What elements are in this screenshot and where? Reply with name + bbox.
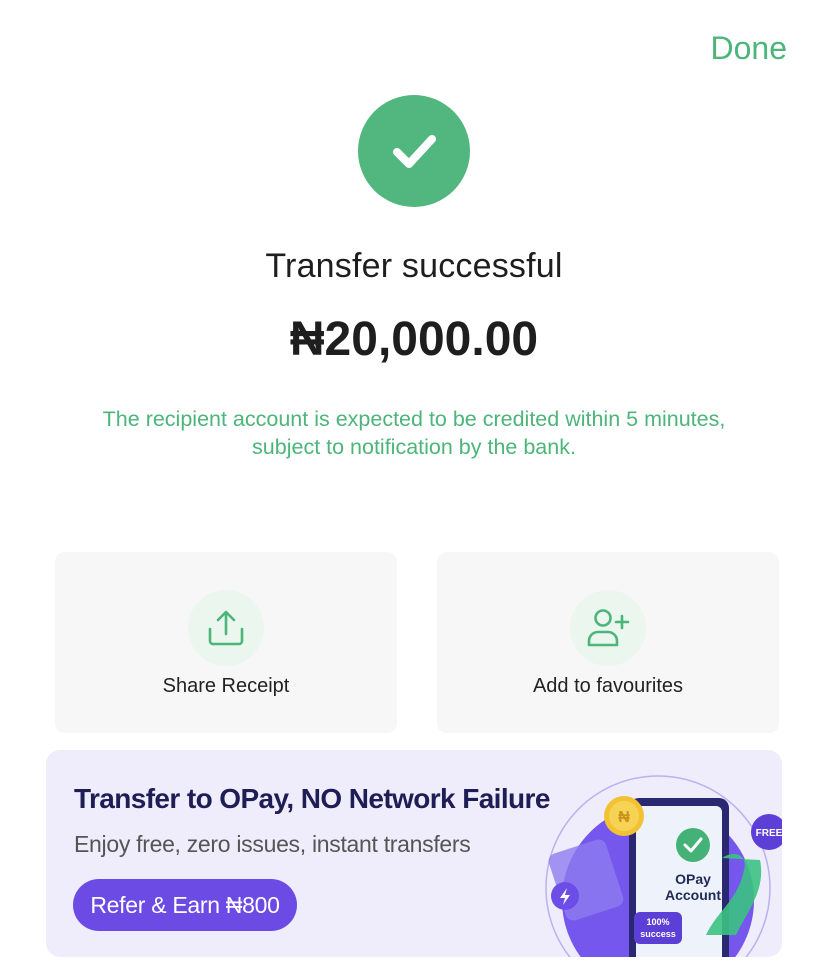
transfer-amount: ₦20,000.00 (289, 313, 539, 366)
share-receipt-label: Share Receipt (162, 675, 290, 697)
share-receipt-button[interactable]: Share Receipt (55, 552, 397, 733)
banner-title: Transfer to OPay, NO Network Failure (74, 783, 550, 814)
add-to-favourites-button[interactable]: Add to favourites (437, 552, 779, 733)
status-title: Transfer successful (265, 247, 563, 285)
success-badge-word: success (640, 929, 676, 939)
done-button[interactable]: Done (711, 30, 788, 67)
banner-subtitle: Enjoy free, zero issues, instant transfe… (74, 831, 471, 857)
success-badge-pct: 100% (646, 917, 669, 927)
add-user-icon (570, 590, 646, 666)
phone-account-text: Account (665, 887, 721, 903)
coin-symbol: ₦ (618, 809, 630, 826)
banner-illustration: OPay Account 100% success FREE ₦ (545, 775, 782, 957)
credit-notice-line-1: The recipient account is expected to be … (102, 407, 726, 431)
promo-banner[interactable]: Transfer to OPay, NO Network Failure Enj… (46, 750, 782, 957)
success-check-icon (358, 95, 470, 207)
free-badge-text: FREE (756, 828, 782, 839)
credit-notice-line-2: subject to notification by the bank. (252, 435, 576, 459)
phone-brand-text: OPay (675, 871, 711, 887)
credit-notice: The recipient account is expected to be … (30, 405, 798, 461)
share-upload-icon (188, 590, 264, 666)
refer-earn-button[interactable]: Refer & Earn ₦800 (73, 879, 297, 931)
add-to-favourites-label: Add to favourites (532, 675, 684, 697)
